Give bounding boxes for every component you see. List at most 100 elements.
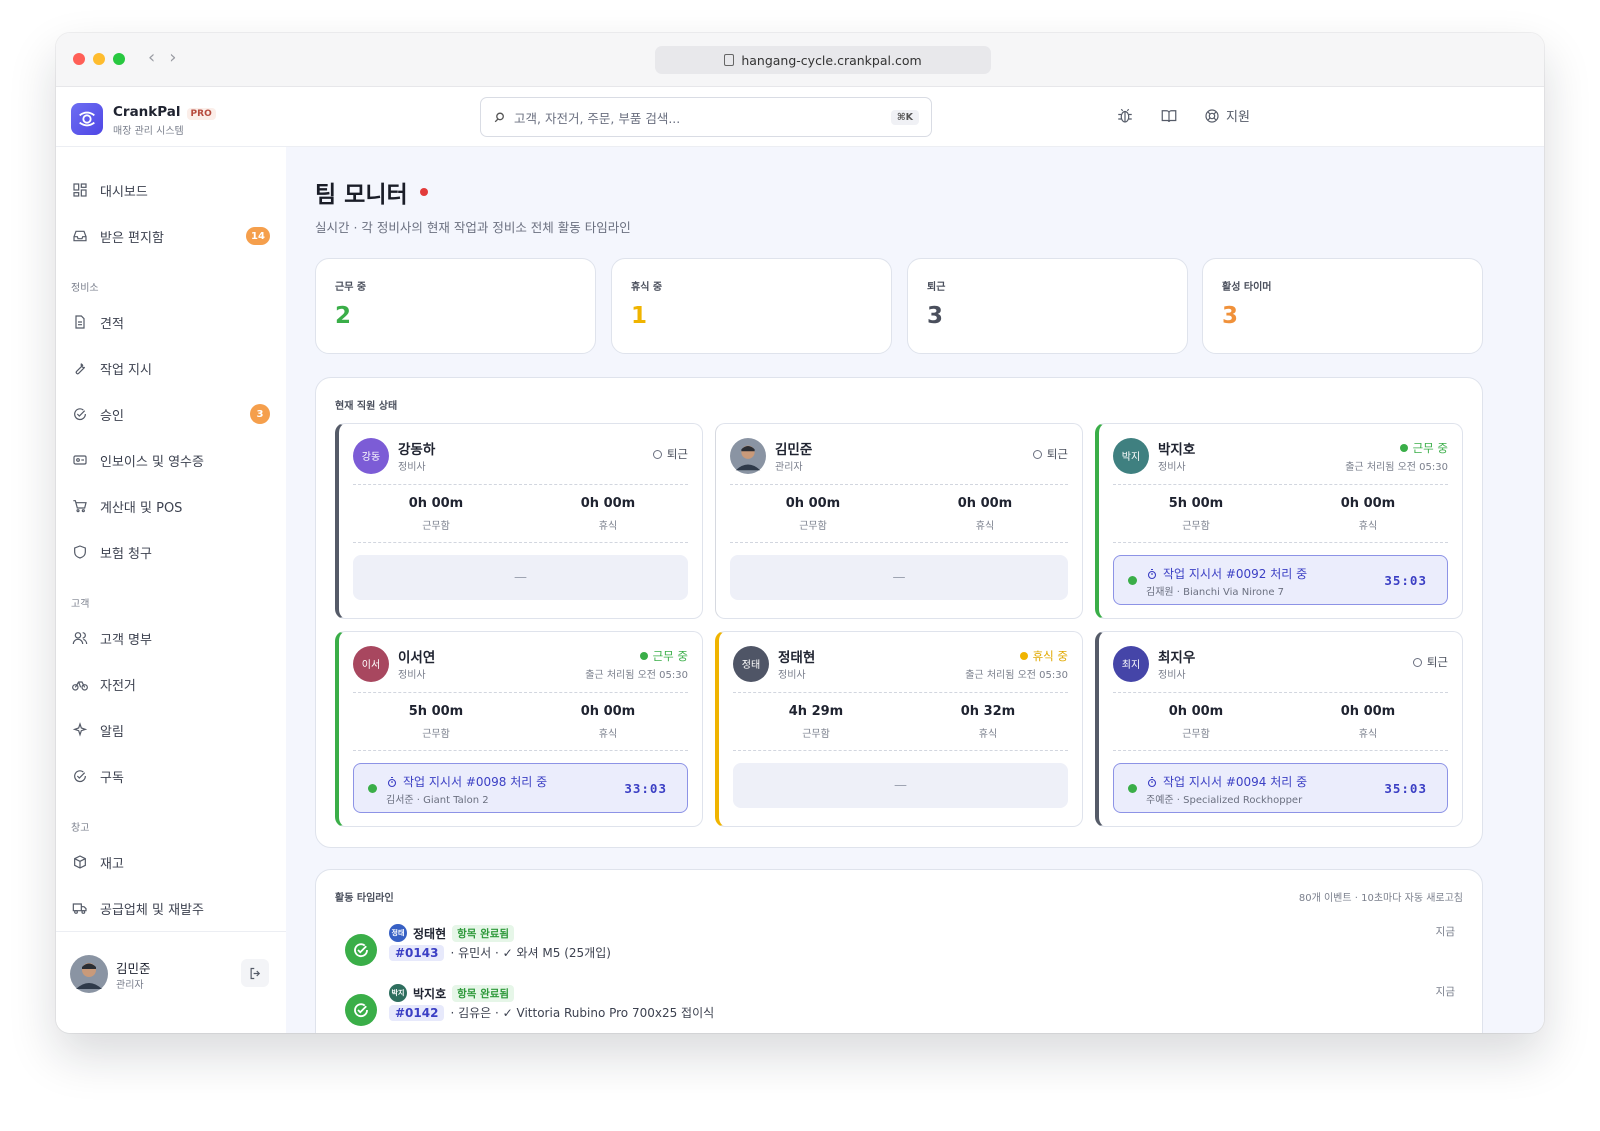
active-task[interactable]: 작업 지시서 #0094 처리 중 주예준 · Specialized Rock… <box>1113 763 1448 813</box>
wrench-icon <box>75 363 86 375</box>
staff-card[interactable]: 이서 이서연 정비사 근무 중 출근 처리됨 오전 05:30 5h 00m 근무… <box>335 631 703 827</box>
staff-role: 정비사 <box>1158 462 1186 473</box>
timeline-time: 지금 <box>1435 986 1455 998</box>
sidebar-item-label: 작업 지시 <box>100 362 152 378</box>
active-task[interactable]: 작업 지시서 #0092 처리 중 김재원 · Bianchi Via Niro… <box>1113 555 1448 605</box>
sidebar-item-estimates[interactable]: 견적 <box>72 307 270 337</box>
sidebar-item-dashboard[interactable]: 대시보드 <box>72 175 270 205</box>
maximize-window-button[interactable] <box>113 53 125 65</box>
search-shortcut: ⌘K <box>890 109 919 125</box>
task-title: 작업 지시서 #0098 처리 중 <box>386 773 547 790</box>
staff-role: 관리자 <box>775 462 803 473</box>
timeline-time: 지금 <box>1435 926 1455 938</box>
staff-card[interactable]: 강동 강동하 정비사 퇴근 0h 00m 근무함 0h 00m 휴식 — <box>335 423 703 619</box>
sidebar-item-label: 구독 <box>100 770 124 786</box>
forward-arrow-icon[interactable]: › <box>169 47 176 68</box>
metric-value: 0h 00m <box>580 704 636 719</box>
app-header: CrankPal PRO 매장 관리 시스템 고객, 자전거, 주문, 부품 검색… <box>56 87 1544 147</box>
sidebar-item-work-orders[interactable]: 작업 지시 <box>72 353 270 383</box>
stat-card-working: 근무 중 2 <box>315 258 596 354</box>
sidebar-item-insurance[interactable]: 보험 청구 <box>72 537 270 567</box>
page-title-text: 팀 모니터 <box>315 182 408 208</box>
brand-name: CrankPal <box>113 104 181 120</box>
status-badge: 근무 중 <box>639 648 688 664</box>
event-tag: 항목 완료됨 <box>452 924 515 942</box>
avatar: 강동 <box>353 438 389 474</box>
staff-card[interactable]: 김민준 관리자 퇴근 0h 00m 근무함 0h 00m 휴식 — <box>715 423 1083 619</box>
metric-value: 0h 00m <box>1340 496 1396 511</box>
address-bar[interactable]: hangang-cycle.crankpal.com <box>655 46 991 74</box>
search-icon <box>494 112 504 122</box>
timeline-item[interactable]: 정태 정태현 항목 완료됨 #0143 · 유민서 · ✓ 와셔 M5 (25개… <box>345 924 1455 980</box>
back-arrow-icon[interactable]: ‹ <box>148 47 155 68</box>
sidebar-item-approvals[interactable]: 승인 3 <box>72 399 270 429</box>
sidebar-item-bicycles[interactable]: 자전거 <box>72 669 270 699</box>
divider <box>1113 542 1448 543</box>
sidebar-item-notifications[interactable]: 알림 <box>72 715 270 745</box>
staff-card[interactable]: 박지 박지호 정비사 근무 중 출근 처리됨 오전 05:30 5h 00m 근무… <box>1095 423 1463 619</box>
logout-button[interactable] <box>241 959 269 987</box>
search-input[interactable]: 고객, 자전거, 주문, 부품 검색... <box>514 108 680 127</box>
svg-text:박지: 박지 <box>1122 451 1140 463</box>
browser-window: ‹ › hangang-cycle.crankpal.com CrankPal P… <box>56 33 1544 1033</box>
sidebar-item-suppliers[interactable]: 공급업체 및 재발주 <box>72 893 270 923</box>
active-task[interactable]: 작업 지시서 #0098 처리 중 김서준 · Giant Talon 2 33… <box>353 763 688 813</box>
book-icon[interactable] <box>1160 107 1178 125</box>
status-text: 퇴근 <box>666 447 688 461</box>
stat-card-clocked-out: 퇴근 3 <box>907 258 1188 354</box>
work-order-link[interactable]: #0143 <box>389 944 445 961</box>
support-button[interactable]: 지원 <box>1204 106 1250 125</box>
brand-subtitle: 매장 관리 시스템 <box>113 126 184 137</box>
status-text: 퇴근 <box>1426 655 1448 669</box>
stopwatch-icon <box>387 776 397 787</box>
stat-value: 3 <box>927 303 944 329</box>
timeline-body: #0143 · 유민서 · ✓ 와셔 M5 (25개입) <box>389 944 611 961</box>
task-title-text: 작업 지시서 #0094 처리 중 <box>1163 775 1308 789</box>
timeline-item[interactable]: 박지 박지호 항목 완료됨 #0142 · 김유은 · ✓ Vittoria R… <box>345 984 1455 1033</box>
sidebar-user-role: 관리자 <box>116 980 144 991</box>
sidebar-item-subscriptions[interactable]: 구독 <box>72 761 270 791</box>
sidebar-item-customer-directory[interactable]: 고객 명부 <box>72 623 270 653</box>
bug-icon[interactable] <box>1116 107 1134 125</box>
metric-label: 휴식 <box>1358 521 1378 532</box>
global-search[interactable]: 고객, 자전거, 주문, 부품 검색... ⌘K <box>480 97 932 137</box>
avatar <box>730 438 766 474</box>
worked-metric: 5h 00m 근무함 <box>381 704 491 740</box>
metric-value: 5h 00m <box>408 704 464 719</box>
avatar: 박지 <box>1113 438 1149 474</box>
stopwatch-icon <box>1147 776 1157 787</box>
status-off-icon <box>1032 449 1042 459</box>
staff-card[interactable]: 최지 최지우 정비사 퇴근 0h 00m 근무함 0h 00m 휴식 작업 지시서 … <box>1095 631 1463 827</box>
user-avatar[interactable] <box>70 955 108 993</box>
sidebar-item-inventory[interactable]: 재고 <box>72 847 270 877</box>
status-text: 근무 중 <box>1412 441 1448 455</box>
mini-avatar: 박지 <box>389 984 407 1002</box>
sidebar-item-label: 견적 <box>100 316 124 332</box>
svg-text:정태: 정태 <box>742 659 760 671</box>
minimize-window-button[interactable] <box>93 53 105 65</box>
staff-card[interactable]: 정태 정태현 정비사 휴식 중 출근 처리됨 오전 05:30 4h 29m 근무… <box>715 631 1083 827</box>
break-metric: 0h 00m 휴식 <box>930 496 1040 532</box>
support-label: 지원 <box>1226 110 1250 125</box>
main-content: 팀 모니터 실시간 · 각 정비사의 현재 작업과 정비소 전체 활동 타임라인… <box>286 147 1544 1033</box>
brand[interactable]: CrankPal PRO 매장 관리 시스템 <box>71 101 216 137</box>
section-title-customers: 고객 <box>71 599 90 610</box>
sidebar-item-label: 보험 청구 <box>100 546 152 562</box>
browser-titlebar: ‹ › hangang-cycle.crankpal.com <box>56 33 1544 87</box>
break-metric: 0h 00m 휴식 <box>553 704 663 740</box>
sidebar-item-invoices[interactable]: 인보이스 및 영수증 <box>72 445 270 475</box>
metric-value: 0h 32m <box>960 704 1016 719</box>
metric-label: 근무함 <box>1182 521 1210 532</box>
activity-timeline-panel: 활동 타임라인 80개 이벤트 · 10초마다 자동 새로고침 정태 정태현 항… <box>315 869 1483 1033</box>
timer-running-dot <box>1128 576 1137 585</box>
check-icon <box>345 934 377 966</box>
work-order-link[interactable]: #0142 <box>389 1004 445 1021</box>
no-task-placeholder: — <box>730 555 1068 600</box>
sidebar-item-label: 승인 <box>100 408 124 424</box>
close-window-button[interactable] <box>73 53 85 65</box>
timeline-description: · 유민서 · ✓ 와셔 M5 (25개입) <box>450 946 611 960</box>
sidebar-item-pos[interactable]: 계산대 및 POS <box>72 491 270 521</box>
panel-title: 활동 타임라인 <box>335 893 394 904</box>
sidebar-item-inbox[interactable]: 받은 편지함 14 <box>72 221 270 251</box>
document-icon <box>75 315 85 329</box>
